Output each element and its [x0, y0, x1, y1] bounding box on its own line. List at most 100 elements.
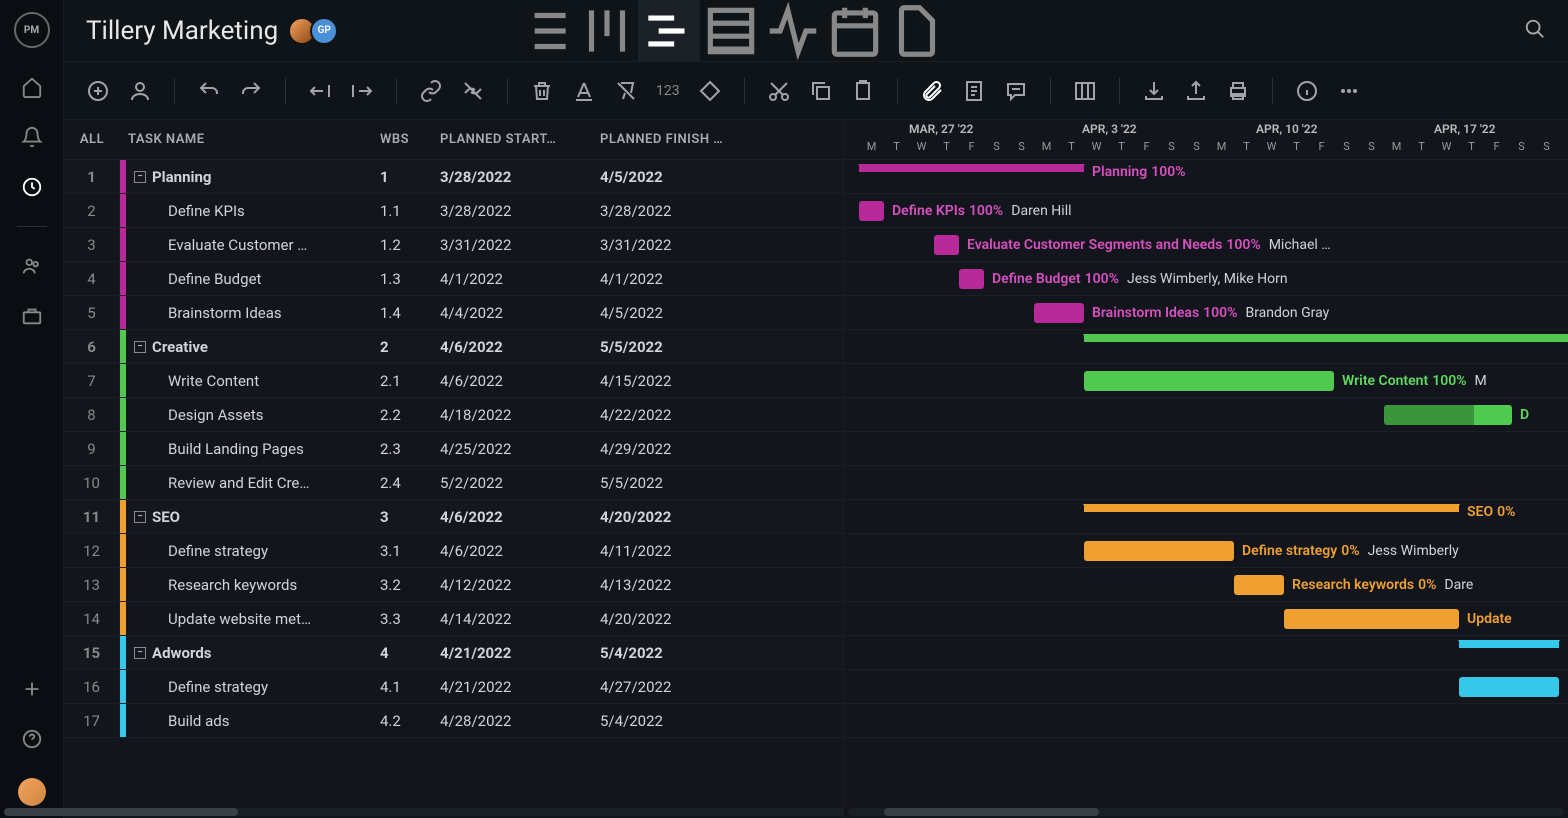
- gantt-row[interactable]: [844, 636, 1568, 670]
- view-sheet-icon[interactable]: [700, 0, 762, 62]
- milestone-icon[interactable]: [698, 79, 722, 103]
- view-list-icon[interactable]: [514, 0, 576, 62]
- gantt-bar[interactable]: Define Budget100%Jess Wimberly, Mike Hor…: [959, 269, 984, 289]
- table-row[interactable]: 16 Define strategy 4.1 4/21/2022 4/27/20…: [64, 670, 843, 704]
- indent-icon[interactable]: [350, 79, 374, 103]
- team-icon[interactable]: [21, 255, 43, 277]
- gantt-bar[interactable]: D: [1384, 405, 1512, 425]
- gantt-bar[interactable]: Planning100%: [859, 164, 1084, 172]
- app-logo[interactable]: PM: [14, 12, 50, 48]
- table-row[interactable]: 1 −Planning 1 3/28/2022 4/5/2022: [64, 160, 843, 194]
- gantt-row[interactable]: Brainstorm Ideas100%Brandon Gray: [844, 296, 1568, 330]
- gantt-row[interactable]: Define KPIs100%Daren Hill: [844, 194, 1568, 228]
- help-icon[interactable]: [21, 728, 43, 750]
- gantt-row[interactable]: Define Budget100%Jess Wimberly, Mike Hor…: [844, 262, 1568, 296]
- avatar-2[interactable]: GP: [310, 17, 338, 45]
- table-row[interactable]: 6 −Creative 2 4/6/2022 5/5/2022: [64, 330, 843, 364]
- briefcase-icon[interactable]: [21, 305, 43, 327]
- redo-icon[interactable]: [239, 79, 263, 103]
- toolbar-number[interactable]: 123: [656, 83, 680, 99]
- gantt-bar[interactable]: Update: [1284, 609, 1459, 629]
- gantt-row[interactable]: Evaluate Customer Segments and Needs100%…: [844, 228, 1568, 262]
- columns-icon[interactable]: [1073, 79, 1097, 103]
- view-gantt-icon[interactable]: [638, 0, 700, 62]
- gantt-row[interactable]: [844, 466, 1568, 500]
- gantt-scrollbar[interactable]: [848, 808, 1564, 816]
- table-row[interactable]: 2 Define KPIs 1.1 3/28/2022 3/28/2022: [64, 194, 843, 228]
- print-icon[interactable]: [1226, 79, 1250, 103]
- add-task-icon[interactable]: [86, 79, 110, 103]
- collapse-icon[interactable]: −: [134, 511, 146, 523]
- col-wbs[interactable]: WBS: [380, 132, 440, 147]
- table-row[interactable]: 11 −SEO 3 4/6/2022 4/20/2022: [64, 500, 843, 534]
- gantt-row[interactable]: [844, 330, 1568, 364]
- col-start[interactable]: PLANNED START…: [440, 132, 600, 147]
- table-row[interactable]: 12 Define strategy 3.1 4/6/2022 4/11/202…: [64, 534, 843, 568]
- collapse-icon[interactable]: −: [134, 647, 146, 659]
- gantt-row[interactable]: [844, 704, 1568, 738]
- outdent-icon[interactable]: [308, 79, 332, 103]
- collapse-icon[interactable]: −: [134, 341, 146, 353]
- paste-icon[interactable]: [851, 79, 875, 103]
- text-style-icon[interactable]: [572, 79, 596, 103]
- undo-icon[interactable]: [197, 79, 221, 103]
- table-row[interactable]: 3 Evaluate Customer … 1.2 3/31/2022 3/31…: [64, 228, 843, 262]
- user-avatar-icon[interactable]: [18, 778, 46, 806]
- copy-icon[interactable]: [809, 79, 833, 103]
- table-row[interactable]: 9 Build Landing Pages 2.3 4/25/2022 4/29…: [64, 432, 843, 466]
- export-icon[interactable]: [1184, 79, 1208, 103]
- gantt-row[interactable]: D: [844, 398, 1568, 432]
- add-icon[interactable]: [21, 678, 43, 700]
- comment-icon[interactable]: [1004, 79, 1028, 103]
- gantt-row[interactable]: SEO0%: [844, 500, 1568, 534]
- gantt-bar[interactable]: Research keywords0%Dare: [1234, 575, 1284, 595]
- more-icon[interactable]: [1337, 79, 1361, 103]
- gantt-row[interactable]: [844, 432, 1568, 466]
- table-row[interactable]: 5 Brainstorm Ideas 1.4 4/4/2022 4/5/2022: [64, 296, 843, 330]
- notes-icon[interactable]: [962, 79, 986, 103]
- delete-icon[interactable]: [530, 79, 554, 103]
- gantt-bar[interactable]: [1084, 334, 1568, 342]
- assign-icon[interactable]: [128, 79, 152, 103]
- gantt-bar[interactable]: Define strategy0%Jess Wimberly: [1084, 541, 1234, 561]
- view-board-icon[interactable]: [576, 0, 638, 62]
- gantt-row[interactable]: [844, 670, 1568, 704]
- gantt-row[interactable]: Update: [844, 602, 1568, 636]
- gantt-row[interactable]: Planning100%: [844, 160, 1568, 194]
- gantt-row[interactable]: Define strategy0%Jess Wimberly: [844, 534, 1568, 568]
- gantt-bar[interactable]: Define KPIs100%Daren Hill: [859, 201, 884, 221]
- table-row[interactable]: 4 Define Budget 1.3 4/1/2022 4/1/2022: [64, 262, 843, 296]
- member-avatars[interactable]: GP: [294, 17, 338, 45]
- col-name[interactable]: TASK NAME: [120, 132, 380, 147]
- view-activity-icon[interactable]: [762, 0, 824, 62]
- table-row[interactable]: 8 Design Assets 2.2 4/18/2022 4/22/2022: [64, 398, 843, 432]
- table-row[interactable]: 14 Update website met… 3.3 4/14/2022 4/2…: [64, 602, 843, 636]
- table-row[interactable]: 10 Review and Edit Cre… 2.4 5/2/2022 5/5…: [64, 466, 843, 500]
- view-file-icon[interactable]: [886, 0, 948, 62]
- table-row[interactable]: 15 −Adwords 4 4/21/2022 5/4/2022: [64, 636, 843, 670]
- gantt-bar[interactable]: Write Content100%M: [1084, 371, 1334, 391]
- search-icon[interactable]: [1524, 18, 1546, 44]
- gantt-body[interactable]: Planning100% Define KPIs100%Daren Hill Eva…: [844, 160, 1568, 738]
- col-finish[interactable]: PLANNED FINISH …: [600, 132, 760, 147]
- import-icon[interactable]: [1142, 79, 1166, 103]
- home-icon[interactable]: [21, 76, 43, 98]
- gantt-bar[interactable]: [1459, 640, 1559, 648]
- gantt-bar[interactable]: [1459, 677, 1559, 697]
- clear-format-icon[interactable]: [614, 79, 638, 103]
- link-icon[interactable]: [419, 79, 443, 103]
- unlink-icon[interactable]: [461, 79, 485, 103]
- table-row[interactable]: 7 Write Content 2.1 4/6/2022 4/15/2022: [64, 364, 843, 398]
- info-icon[interactable]: [1295, 79, 1319, 103]
- attach-icon[interactable]: [920, 79, 944, 103]
- view-calendar-icon[interactable]: [824, 0, 886, 62]
- gantt-row[interactable]: Research keywords0%Dare: [844, 568, 1568, 602]
- col-all[interactable]: ALL: [64, 132, 120, 147]
- gantt-bar[interactable]: Brainstorm Ideas100%Brandon Gray: [1034, 303, 1084, 323]
- cut-icon[interactable]: [767, 79, 791, 103]
- grid-scrollbar[interactable]: [64, 808, 844, 816]
- gantt-row[interactable]: Write Content100%M: [844, 364, 1568, 398]
- collapse-icon[interactable]: −: [134, 171, 146, 183]
- table-row[interactable]: 13 Research keywords 3.2 4/12/2022 4/13/…: [64, 568, 843, 602]
- gantt-bar[interactable]: SEO0%: [1084, 504, 1459, 512]
